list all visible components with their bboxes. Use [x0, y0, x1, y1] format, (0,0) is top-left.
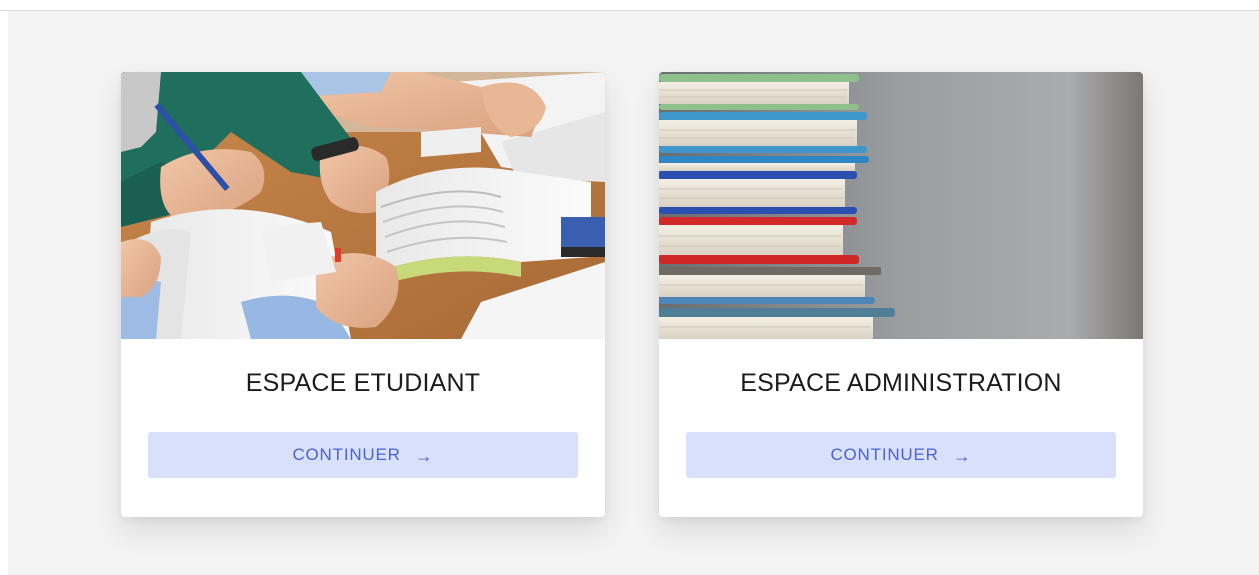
arrow-right-icon: → — [952, 446, 972, 466]
button-label: CONTINUER — [830, 445, 939, 464]
administration-space-card: ESPACE ADMINISTRATION CONTINUER → — [659, 72, 1143, 517]
stack-of-books-image — [659, 72, 1143, 339]
arrow-right-icon: → — [414, 446, 434, 466]
students-studying-image — [121, 72, 605, 339]
card-title: ESPACE ADMINISTRATION — [740, 369, 1062, 397]
card-title: ESPACE ETUDIANT — [245, 369, 481, 397]
page: ESPACE ETUDIANT CONTINUER → ESPACE ADMIN… — [0, 0, 1259, 575]
button-label: CONTINUER — [292, 445, 401, 464]
student-continue-button[interactable]: CONTINUER → — [148, 432, 578, 478]
administration-continue-button[interactable]: CONTINUER → — [686, 432, 1116, 478]
student-space-card: ESPACE ETUDIANT CONTINUER → — [121, 72, 605, 517]
